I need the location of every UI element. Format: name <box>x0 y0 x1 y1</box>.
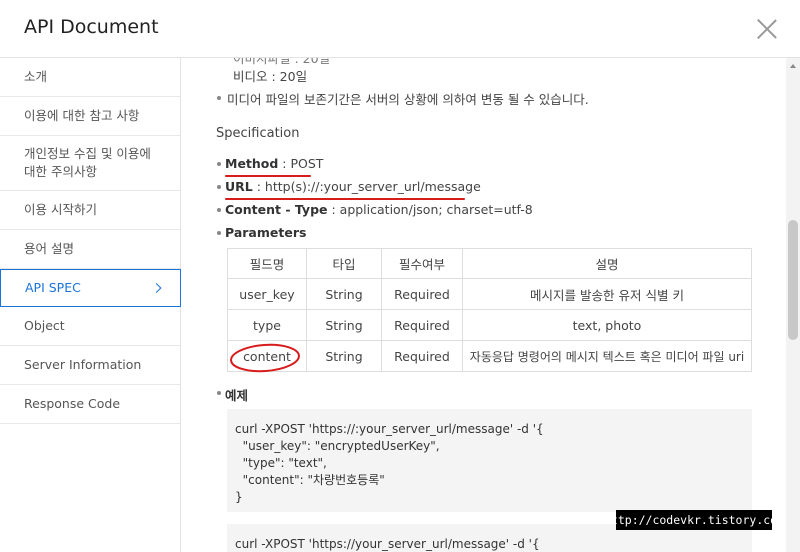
sidebar-nav: 소개 이용에 대한 참고 사항 개인정보 수집 및 이용에 대한 주의사항 이용… <box>0 58 181 552</box>
table-cell: text, photo <box>462 309 752 341</box>
example-label: 예제 <box>225 388 249 403</box>
column-header: 필드명 <box>227 248 307 279</box>
bullet-icon <box>217 185 221 189</box>
sidebar-item-label: 이용에 대한 참고 사항 <box>24 108 140 123</box>
annotation-underline <box>225 175 311 177</box>
sidebar-item-api-spec[interactable]: API SPEC <box>0 269 181 307</box>
scroll-up-icon[interactable] <box>790 64 796 68</box>
table-cell: Required <box>381 340 463 372</box>
column-header: 타입 <box>306 248 382 279</box>
method-value: : POST <box>278 156 324 171</box>
annotation-underline <box>225 198 465 200</box>
parameters-table: 필드명 타입 필수여부 설명 user_key String Required … <box>227 248 752 372</box>
sidebar-item-getting-started[interactable]: 이용 시작하기 <box>0 191 180 230</box>
column-header: 필수여부 <box>381 248 463 279</box>
sidebar-item-label: Response Code <box>24 396 121 411</box>
url-line: URL : http(s)://:your_server_url/message <box>225 179 481 194</box>
code-example-1: curl -XPOST 'https://:your_server_url/me… <box>227 409 752 512</box>
bullet-icon <box>217 391 221 395</box>
content-type-label: Content - Type <box>225 202 328 217</box>
sidebar-item-label: Object <box>24 318 65 333</box>
column-header: 설명 <box>462 248 752 279</box>
bullet-icon <box>217 162 221 166</box>
content-type-line: Content - Type : application/json; chars… <box>225 202 533 217</box>
sidebar-item-label: 이용 시작하기 <box>24 202 97 217</box>
close-icon[interactable] <box>756 18 778 40</box>
bullet-icon <box>217 208 221 212</box>
bullet-icon <box>217 96 221 100</box>
table-cell: type <box>227 309 307 341</box>
watermark: http://codevkr.tistory.com <box>604 510 784 530</box>
sidebar-item-intro[interactable]: 소개 <box>0 58 180 97</box>
table-cell: Required <box>381 309 463 341</box>
sidebar-item-object[interactable]: Object <box>0 307 180 346</box>
sidebar-item-response-code[interactable]: Response Code <box>0 385 180 424</box>
table-cell: user_key <box>227 278 307 310</box>
sidebar-item-label: 용어 설명 <box>24 241 74 256</box>
spec-heading: Specification <box>216 126 300 141</box>
content-type-value: : application/json; charset=utf-8 <box>327 202 533 217</box>
table-cell: Required <box>381 278 463 310</box>
sidebar-item-server-information[interactable]: Server Information <box>0 346 180 385</box>
dialog-header: API Document <box>0 0 800 58</box>
bullet-icon <box>217 231 221 235</box>
url-value: : http(s)://:your_server_url/message <box>252 179 481 194</box>
chevron-right-icon <box>151 283 162 293</box>
scrollbar-thumb[interactable] <box>788 220 798 340</box>
sidebar-item-label: Server Information <box>24 357 142 372</box>
table-cell: String <box>306 340 382 372</box>
table-row: user_key String Required 메시지를 발송한 유저 식별 … <box>227 278 752 310</box>
sidebar-item-label: 소개 <box>24 69 48 84</box>
method-label: Method <box>225 156 279 171</box>
method-line: Method : POST <box>225 156 323 171</box>
annotation-circle <box>230 343 300 373</box>
url-label: URL <box>225 179 253 194</box>
table-row: content String Required 자동응답 명령어의 메시지 텍스… <box>227 340 752 372</box>
sidebar-item-usage-notes[interactable]: 이용에 대한 참고 사항 <box>0 97 180 136</box>
sidebar-item-privacy[interactable]: 개인정보 수집 및 이용에 대한 주의사항 <box>0 136 180 191</box>
table-cell: 자동응답 명령어의 메시지 텍스트 혹은 미디어 파일 uri <box>462 340 752 372</box>
sidebar-item-label: 개인정보 수집 및 이용에 대한 주의사항 <box>24 146 151 179</box>
table-cell: String <box>306 309 382 341</box>
video-retention: 비디오 : 20일 <box>233 69 308 84</box>
table-cell: String <box>306 278 382 310</box>
parameters-label: Parameters <box>225 225 307 240</box>
table-row: type String Required text, photo <box>227 309 752 341</box>
vertical-scrollbar[interactable] <box>786 58 800 552</box>
sidebar-item-terms[interactable]: 용어 설명 <box>0 230 180 269</box>
content-area: 이미지파일 : 20일 비디오 : 20일 미디어 파일의 보존기간은 서버의 … <box>181 58 786 552</box>
dialog-title: API Document <box>24 16 159 38</box>
table-cell: 메시지를 발송한 유저 식별 키 <box>462 278 752 310</box>
sidebar-item-label: API SPEC <box>25 280 81 295</box>
table-header-row: 필드명 타입 필수여부 설명 <box>227 248 752 279</box>
retention-note: 미디어 파일의 보존기간은 서버의 상황에 의하여 변동 될 수 있습니다. <box>227 92 589 107</box>
